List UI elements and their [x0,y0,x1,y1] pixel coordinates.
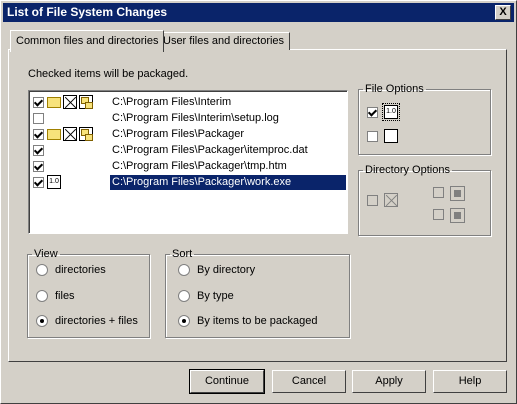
exclude-icon[interactable] [63,95,77,109]
item-path: C:\Program Files\Interim\setup.log [112,112,279,124]
list-item[interactable]: C:\Program Files\Packager\itemproc.dat [31,143,345,158]
folders-icon[interactable] [79,95,93,109]
help-button[interactable]: Help [433,370,507,393]
directory-option-exclude-checkbox[interactable] [367,195,378,206]
apply-button[interactable]: Apply [352,370,426,393]
view-files-radio[interactable] [36,290,48,302]
directory-tree-icon [450,208,465,223]
exclude-icon [384,193,398,207]
cancel-button[interactable]: Cancel [272,370,346,393]
view-directories-files-radio[interactable] [36,315,48,327]
sort-packaged-label[interactable]: By items to be packaged [197,315,317,327]
view-directories-radio[interactable] [36,264,48,276]
file-options-legend: File Options [365,83,424,95]
list-item[interactable]: C:\Program Files\Packager\tmp.htm [31,159,345,174]
file-list[interactable]: C:\Program Files\Interim C:\Program File… [28,90,348,234]
sort-type-radio[interactable] [178,290,190,302]
hint-text: Checked items will be packaged. [28,68,189,80]
file-option-version-checkbox[interactable] [367,107,378,118]
tab-user-files[interactable]: User files and directories [157,32,291,50]
calendar-icon[interactable] [384,129,398,143]
exclude-icon[interactable] [63,127,77,141]
item-checkbox[interactable] [33,161,44,172]
list-item[interactable]: C:\Program Files\Packager [31,127,345,142]
title-bar[interactable]: List of File System Changes X [3,3,514,22]
tab-common-files[interactable]: Common files and directories [10,30,165,52]
item-path: C:\Program Files\Packager\tmp.htm [112,160,287,172]
file-option-date-checkbox[interactable] [367,131,378,142]
directory-options-legend: Directory Options [365,164,450,176]
item-checkbox[interactable] [33,129,44,140]
item-checkbox[interactable] [33,177,44,188]
directory-option-subdirs-checkbox[interactable] [433,187,444,198]
item-path: C:\Program Files\Packager [112,128,245,140]
sort-directory-label[interactable]: By directory [197,264,255,276]
view-legend: View [34,248,58,260]
folder-icon [47,97,61,108]
version-icon[interactable]: 1.0 [47,175,61,189]
subdirectories-icon [450,186,465,201]
view-directories-files-label[interactable]: directories + files [55,315,138,327]
view-directories-label[interactable]: directories [55,264,106,276]
list-item[interactable]: C:\Program Files\Interim [31,95,345,110]
item-checkbox[interactable] [33,145,44,156]
sort-directory-radio[interactable] [178,264,190,276]
folders-icon[interactable] [79,127,93,141]
directory-option-tree-checkbox[interactable] [433,209,444,220]
version-icon[interactable]: 1.0 [382,103,400,121]
window-title: List of File System Changes [7,5,168,19]
item-path: C:\Program Files\Interim [112,96,232,108]
sort-legend: Sort [172,248,193,260]
sort-type-label[interactable]: By type [197,290,234,302]
view-files-label[interactable]: files [55,290,75,302]
item-path: C:\Program Files\Packager\work.exe [110,175,346,190]
item-checkbox[interactable] [33,97,44,108]
close-button[interactable]: X [495,5,511,20]
sort-packaged-radio[interactable] [178,315,190,327]
continue-button[interactable]: Continue [189,369,265,394]
list-item[interactable]: C:\Program Files\Interim\setup.log [31,111,345,126]
item-path: C:\Program Files\Packager\itemproc.dat [112,144,308,156]
item-checkbox[interactable] [33,113,44,124]
file-options-group: File Options [358,83,491,155]
folder-icon [47,129,61,140]
list-item-selected[interactable]: 1.0 C:\Program Files\Packager\work.exe [31,175,346,190]
